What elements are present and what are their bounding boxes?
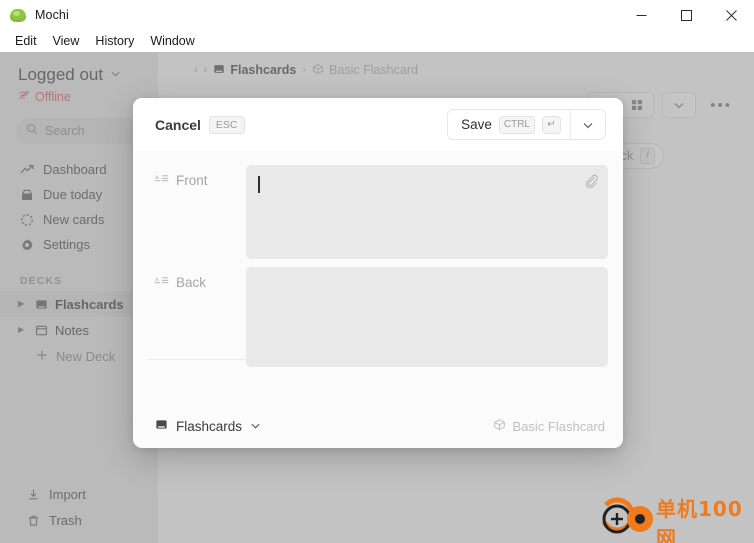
cancel-shortcut-badge: ESC: [208, 115, 245, 134]
app-title: Mochi: [35, 8, 69, 22]
save-button-group: Save CTRL ↵: [447, 109, 606, 140]
text-caret: [258, 176, 260, 193]
cancel-button[interactable]: Cancel ESC: [155, 115, 245, 134]
menu-bar: Edit View History Window: [0, 30, 754, 52]
save-label: Save: [461, 117, 492, 132]
minimize-icon[interactable]: [619, 0, 664, 30]
svg-text:A: A: [155, 277, 159, 283]
maximize-icon[interactable]: [664, 0, 709, 30]
cube-icon: [493, 418, 506, 434]
template-picker-label: Basic Flashcard: [512, 418, 605, 434]
deck-card-icon: [155, 418, 168, 434]
menu-item-window[interactable]: Window: [142, 31, 202, 51]
cancel-label: Cancel: [155, 116, 201, 133]
save-options-chevron-down-icon[interactable]: [571, 110, 605, 139]
front-field-label: Front: [176, 173, 208, 188]
deck-picker[interactable]: Flashcards: [155, 418, 261, 434]
watermark-cn: 单机100网: [656, 497, 743, 543]
modal-header: Cancel ESC Save CTRL ↵: [133, 98, 623, 151]
back-field-label: Back: [176, 275, 207, 290]
create-card-modal: Cancel ESC Save CTRL ↵ A Front A Back Fl…: [133, 98, 623, 448]
watermark-logo-icon: [601, 497, 653, 534]
field-row-front: A Front: [148, 165, 608, 259]
back-field-label-group: A Back: [148, 267, 246, 290]
modal-footer: Flashcards Basic Flashcard: [133, 404, 623, 448]
watermark-text: 单机100网 danji100.com: [656, 493, 754, 543]
title-bar: Mochi: [0, 0, 754, 30]
text-format-icon: A: [155, 173, 169, 188]
paperclip-icon[interactable]: [584, 174, 598, 193]
chevron-down-icon: [250, 419, 261, 434]
deck-picker-label: Flashcards: [176, 418, 243, 434]
text-format-icon: A: [155, 275, 169, 290]
front-field-input[interactable]: [246, 165, 608, 259]
svg-text:A: A: [155, 175, 159, 181]
save-button[interactable]: Save CTRL ↵: [448, 110, 570, 139]
save-shortcut-enter: ↵: [542, 115, 561, 134]
window-controls: [619, 0, 754, 30]
menu-item-view[interactable]: View: [45, 31, 88, 51]
field-row-back: A Back: [148, 267, 608, 367]
front-field-label-group: A Front: [148, 165, 246, 188]
modal-footer-divider: [148, 359, 608, 360]
menu-item-edit[interactable]: Edit: [7, 31, 45, 51]
modal-body: A Front A Back: [133, 151, 623, 404]
close-icon[interactable]: [709, 0, 754, 30]
mochi-green-blob-logo-icon: [10, 7, 26, 23]
template-picker[interactable]: Basic Flashcard: [493, 418, 605, 434]
save-shortcut-ctrl: CTRL: [498, 115, 535, 134]
back-field-input[interactable]: [246, 267, 608, 367]
menu-item-history[interactable]: History: [87, 31, 142, 51]
watermark: 单机100网 danji100.com: [598, 492, 754, 543]
